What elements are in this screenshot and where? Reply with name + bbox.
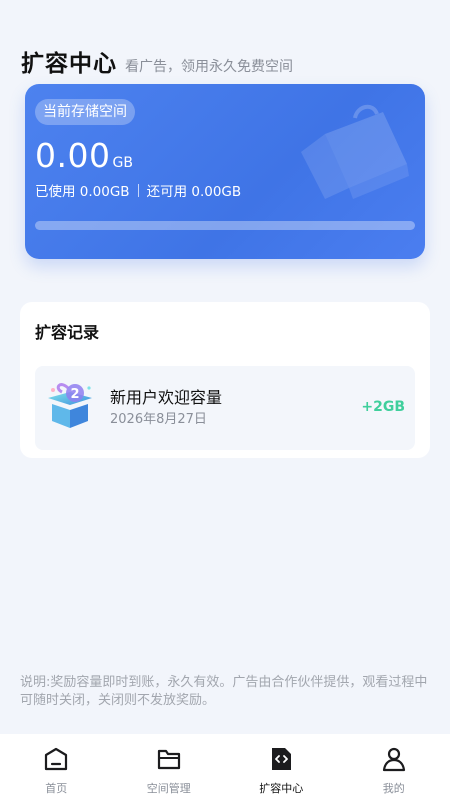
- tab-label: 空间管理: [146, 782, 191, 795]
- tab-home[interactable]: 首页: [0, 734, 113, 800]
- gift-box-icon: 2: [48, 383, 92, 428]
- storage-used: 已使用 0.00GB: [35, 184, 130, 200]
- page-header: 扩容中心 看广告，领用永久免费空间: [21, 44, 293, 78]
- records-section: 扩容记录 2 新用户欢迎容量 2026年8月27日 +2GB: [20, 302, 430, 458]
- storage-total-value: 0.00: [35, 136, 111, 175]
- svg-text:2: 2: [70, 387, 79, 402]
- bottom-tab-bar: 首页 空间管理 扩容中心 我的: [0, 734, 450, 800]
- storage-total: 0.00 GB: [35, 136, 133, 175]
- tab-label: 扩容中心: [259, 782, 304, 795]
- record-name: 新用户欢迎容量: [110, 388, 223, 407]
- storage-card: 当前存储空间 0.00 GB 已使用 0.00GB 还可用 0.00GB: [25, 84, 425, 259]
- storage-usage: 已使用 0.00GB 还可用 0.00GB: [35, 180, 241, 200]
- record-date: 2026年8月27日: [110, 412, 207, 427]
- storage-badge: 当前存储空间: [35, 99, 135, 125]
- folder-icon: [157, 749, 180, 770]
- storage-illustration-icon: [301, 104, 409, 199]
- expand-file-icon: [272, 748, 292, 770]
- tab-label: 首页: [45, 782, 68, 795]
- usage-divider: [137, 183, 139, 197]
- storage-progress-bar: [35, 221, 415, 230]
- disclaimer-note: 说明:奖励容量即时到账，永久有效。广告由合作伙伴提供，观看过程中可随时关闭，关闭…: [20, 675, 428, 708]
- tab-mine[interactable]: 我的: [338, 734, 450, 800]
- tab-expansion-center[interactable]: 扩容中心: [225, 734, 338, 800]
- storage-total-unit: GB: [112, 155, 133, 171]
- tab-label: 我的: [382, 782, 405, 795]
- records-title: 扩容记录: [35, 323, 100, 342]
- tab-space-management[interactable]: 空间管理: [113, 734, 226, 800]
- home-icon: [45, 747, 68, 771]
- page-subtitle: 看广告，领用永久免费空间: [125, 59, 293, 75]
- storage-available: 还可用 0.00GB: [146, 184, 242, 200]
- page-title: 扩容中心: [21, 51, 117, 77]
- list-item[interactable]: 2 新用户欢迎容量 2026年8月27日 +2GB: [35, 366, 415, 450]
- user-icon: [382, 747, 405, 772]
- record-amount: +2GB: [361, 399, 405, 415]
